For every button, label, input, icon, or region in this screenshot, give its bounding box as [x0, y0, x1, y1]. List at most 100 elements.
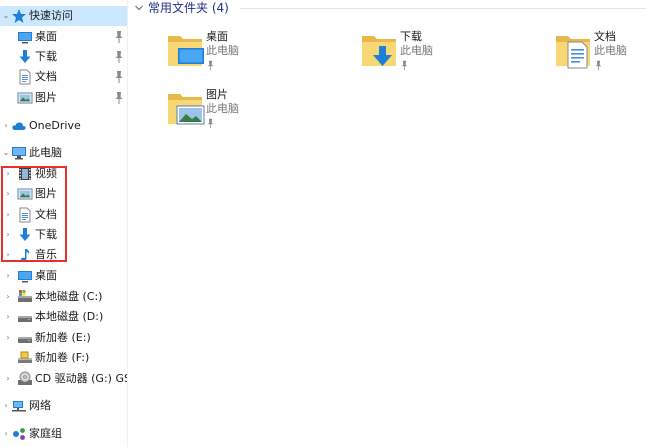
- tile-name: 下载: [400, 30, 422, 43]
- nav-pc-downloads[interactable]: › 下载: [0, 225, 127, 245]
- nav-drive-e-label: 新加卷 (E:): [35, 331, 91, 344]
- nav-onedrive-label: OneDrive: [29, 119, 81, 132]
- nav-quick-downloads[interactable]: 下载: [0, 47, 128, 67]
- nav-pc-videos-label: 视频: [35, 167, 57, 180]
- nav-quick-documents[interactable]: 文档: [0, 67, 128, 87]
- pin-icon: [114, 30, 124, 44]
- chevron-right-icon[interactable]: ›: [4, 211, 12, 219]
- document-icon: [17, 207, 33, 223]
- chevron-right-icon[interactable]: ›: [2, 402, 10, 410]
- folder-tile-desktop[interactable]: 桌面 此电脑: [162, 28, 352, 88]
- content-pane[interactable]: 常用文件夹 (4) 桌面 此电脑 下载 此电脑 文档 此电脑 图片 此电脑: [130, 0, 650, 447]
- group-header-frequent-folders[interactable]: 常用文件夹 (4): [134, 0, 229, 16]
- usb-drive-icon: [17, 350, 33, 366]
- tile-name: 文档: [594, 30, 616, 43]
- download-icon: [17, 227, 33, 243]
- desktop-folder-icon: [164, 28, 204, 72]
- nav-drive-g[interactable]: › CD 驱动器 (G:) GSP: [0, 369, 128, 389]
- folder-tile-pictures[interactable]: 图片 此电脑: [162, 86, 352, 146]
- nav-pc-videos[interactable]: › 视频: [0, 164, 127, 184]
- nav-quick-downloads-label: 下载: [35, 50, 57, 63]
- tile-location: 此电脑: [206, 44, 239, 57]
- nav-quick-desktop[interactable]: 桌面: [0, 27, 128, 47]
- nav-network[interactable]: › 网络: [0, 396, 127, 416]
- nav-drive-g-label: CD 驱动器 (G:) GSP: [35, 372, 128, 385]
- nav-quick-access-label: 快速访问: [29, 9, 73, 22]
- music-icon: [17, 247, 33, 263]
- group-title: 常用文件夹 (4): [148, 1, 229, 15]
- chevron-right-icon[interactable]: ›: [2, 122, 10, 130]
- nav-quick-access[interactable]: ⌄ 快速访问: [0, 6, 127, 26]
- chevron-down-icon[interactable]: [134, 3, 144, 13]
- nav-drive-f-label: 新加卷 (F:): [35, 351, 90, 364]
- network-icon: [11, 398, 27, 414]
- star-icon: [11, 8, 27, 24]
- cd-drive-icon: [17, 371, 33, 387]
- chevron-right-icon[interactable]: ›: [4, 272, 12, 280]
- document-icon: [17, 69, 33, 85]
- homegroup-icon: [11, 426, 27, 442]
- chevron-down-icon[interactable]: ⌄: [2, 149, 10, 157]
- nav-pc-pictures[interactable]: › 图片: [0, 184, 127, 204]
- tile-name: 图片: [206, 88, 228, 101]
- nav-pc-music[interactable]: › 音乐: [0, 245, 127, 265]
- nav-drive-e[interactable]: › 新加卷 (E:): [0, 328, 127, 348]
- nav-this-pc[interactable]: ⌄ 此电脑: [0, 143, 127, 163]
- nav-drive-c[interactable]: › 本地磁盘 (C:): [0, 287, 127, 307]
- pin-icon: [206, 118, 215, 129]
- nav-pc-desktop[interactable]: › 桌面: [0, 266, 127, 286]
- folder-tile-documents[interactable]: 文档 此电脑: [550, 28, 650, 88]
- nav-pc-documents-label: 文档: [35, 208, 57, 221]
- chevron-down-icon[interactable]: ⌄: [2, 12, 10, 20]
- chevron-right-icon[interactable]: ›: [4, 313, 12, 321]
- nav-quick-pictures[interactable]: 图片: [0, 88, 128, 108]
- tile-location: 此电脑: [400, 44, 433, 57]
- nav-homegroup-label: 家庭组: [29, 427, 62, 440]
- pin-icon: [114, 91, 124, 105]
- navigation-pane[interactable]: ⌄ 快速访问 桌面 下载 文档 图片 › OneDrive ⌄ 此电脑 › 视频…: [0, 0, 128, 447]
- nav-drive-d[interactable]: › 本地磁盘 (D:): [0, 307, 127, 327]
- nav-pc-desktop-label: 桌面: [35, 269, 57, 282]
- folder-tile-downloads[interactable]: 下载 此电脑: [356, 28, 546, 88]
- nav-drive-f[interactable]: 新加卷 (F:): [0, 348, 127, 368]
- group-divider: [240, 8, 646, 9]
- chevron-right-icon[interactable]: ›: [4, 190, 12, 198]
- download-icon: [17, 49, 33, 65]
- nav-network-label: 网络: [29, 399, 51, 412]
- pictures-icon: [17, 186, 33, 202]
- tile-location: 此电脑: [206, 102, 239, 115]
- nav-pc-downloads-label: 下载: [35, 228, 57, 241]
- this-pc-icon: [11, 145, 27, 161]
- pictures-folder-icon: [164, 86, 205, 125]
- nav-drive-c-label: 本地磁盘 (C:): [35, 290, 103, 303]
- nav-homegroup[interactable]: › 家庭组: [0, 424, 127, 444]
- onedrive-cloud-icon: [11, 118, 27, 134]
- pin-icon: [400, 60, 409, 71]
- document-folder-icon: [552, 28, 596, 69]
- local-disk-icon: [17, 309, 33, 325]
- chevron-right-icon[interactable]: ›: [4, 293, 12, 301]
- tile-name: 桌面: [206, 30, 228, 43]
- nav-drive-d-label: 本地磁盘 (D:): [35, 310, 104, 323]
- nav-pc-documents[interactable]: › 文档: [0, 205, 127, 225]
- chevron-right-icon[interactable]: ›: [4, 231, 12, 239]
- chevron-right-icon[interactable]: ›: [4, 251, 12, 259]
- nav-quick-documents-label: 文档: [35, 70, 57, 83]
- local-disk-icon: [17, 330, 33, 346]
- local-disk-c-icon: [17, 289, 33, 305]
- pin-icon: [114, 70, 124, 84]
- download-folder-icon: [358, 28, 402, 66]
- video-icon: [17, 166, 33, 182]
- nav-onedrive[interactable]: › OneDrive: [0, 116, 127, 136]
- pin-icon: [114, 50, 124, 64]
- chevron-right-icon[interactable]: ›: [4, 375, 12, 383]
- file-explorer-window: ⌄ 快速访问 桌面 下载 文档 图片 › OneDrive ⌄ 此电脑 › 视频…: [0, 0, 650, 447]
- chevron-right-icon[interactable]: ›: [4, 334, 12, 342]
- chevron-right-icon[interactable]: ›: [2, 430, 10, 438]
- chevron-right-icon[interactable]: ›: [4, 170, 12, 178]
- nav-this-pc-label: 此电脑: [29, 146, 62, 159]
- nav-pc-pictures-label: 图片: [35, 187, 57, 200]
- tile-location: 此电脑: [594, 44, 627, 57]
- nav-quick-desktop-label: 桌面: [35, 30, 57, 43]
- desktop-icon: [17, 29, 33, 45]
